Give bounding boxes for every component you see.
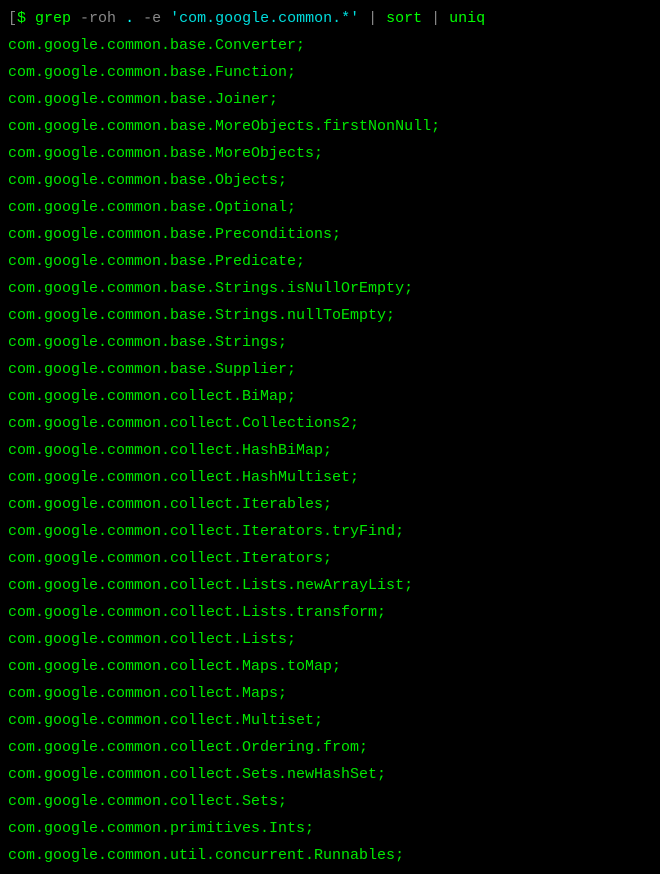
output-line: com.google.common.base.Joiner; xyxy=(8,86,652,113)
pipe-2: | xyxy=(422,10,449,27)
grep-flags: -roh xyxy=(71,10,125,27)
grep-dash-e: -e xyxy=(134,10,170,27)
pipe-1: | xyxy=(359,10,386,27)
output-line: com.google.common.collect.Multiset; xyxy=(8,707,652,734)
output-line: com.google.common.collect.HashBiMap; xyxy=(8,437,652,464)
output-line: com.google.common.collect.Maps.toMap; xyxy=(8,653,652,680)
output-line: com.google.common.collect.Iterators.tryF… xyxy=(8,518,652,545)
output-line: com.google.common.base.Strings.nullToEmp… xyxy=(8,302,652,329)
terminal-output: com.google.common.base.Converter;com.goo… xyxy=(8,32,652,869)
output-line: com.google.common.collect.HashMultiset; xyxy=(8,464,652,491)
output-line: com.google.common.base.MoreObjects.first… xyxy=(8,113,652,140)
output-line: com.google.common.primitives.Ints; xyxy=(8,815,652,842)
output-line: com.google.common.collect.Sets.newHashSe… xyxy=(8,761,652,788)
sort-command: sort xyxy=(386,10,422,27)
prompt-dollar: $ xyxy=(17,10,35,27)
output-line: com.google.common.collect.Iterables; xyxy=(8,491,652,518)
output-line: com.google.common.base.Objects; xyxy=(8,167,652,194)
output-line: com.google.common.base.Supplier; xyxy=(8,356,652,383)
output-line: com.google.common.collect.Lists.transfor… xyxy=(8,599,652,626)
output-line: com.google.common.base.Function; xyxy=(8,59,652,86)
output-line: com.google.common.base.Optional; xyxy=(8,194,652,221)
output-line: com.google.common.base.Strings; xyxy=(8,329,652,356)
output-line: com.google.common.collect.Collections2; xyxy=(8,410,652,437)
output-line: com.google.common.collect.Ordering.from; xyxy=(8,734,652,761)
uniq-command: uniq xyxy=(449,10,485,27)
output-line: com.google.common.base.Predicate; xyxy=(8,248,652,275)
output-line: com.google.common.base.Converter; xyxy=(8,32,652,59)
output-line: com.google.common.base.Strings.isNullOrE… xyxy=(8,275,652,302)
output-line: com.google.common.base.Preconditions; xyxy=(8,221,652,248)
output-line: com.google.common.util.concurrent.Runnab… xyxy=(8,842,652,869)
output-line: com.google.common.base.MoreObjects; xyxy=(8,140,652,167)
grep-pattern: 'com.google.common.*' xyxy=(170,10,359,27)
prompt-bracket: [ xyxy=(8,10,17,27)
terminal-window[interactable]: [$ grep -roh . -e 'com.google.common.*' … xyxy=(8,5,652,869)
output-line: com.google.common.collect.Iterators; xyxy=(8,545,652,572)
output-line: com.google.common.collect.Lists; xyxy=(8,626,652,653)
grep-command: grep xyxy=(35,10,71,27)
output-line: com.google.common.collect.Sets; xyxy=(8,788,652,815)
output-line: com.google.common.collect.BiMap; xyxy=(8,383,652,410)
command-prompt-line: [$ grep -roh . -e 'com.google.common.*' … xyxy=(8,5,652,32)
grep-path: . xyxy=(125,10,134,27)
output-line: com.google.common.collect.Lists.newArray… xyxy=(8,572,652,599)
output-line: com.google.common.collect.Maps; xyxy=(8,680,652,707)
